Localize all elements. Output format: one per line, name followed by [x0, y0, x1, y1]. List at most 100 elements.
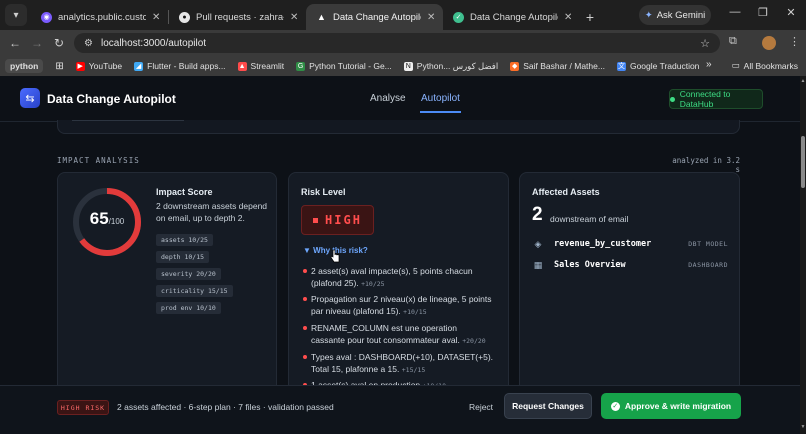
forward-arrow-icon[interactable]: →	[26, 36, 48, 50]
bookmark-streamlit[interactable]: ▲ Streamlit	[237, 61, 284, 71]
bookmark-label: python	[10, 61, 39, 71]
all-bookmarks-label: All Bookmarks	[743, 60, 798, 71]
browser-tab-autopilot-swagger[interactable]: ✓ Data Change Autopilot - Sw ✕	[443, 4, 580, 30]
scroll-up-arrow-icon[interactable]: ▲	[800, 78, 806, 84]
status-dot-icon	[670, 96, 675, 102]
browser-tab-autopilot-active[interactable]: ▲ Data Change Autopilot ✕	[306, 4, 443, 30]
bookmark-label: Python Tutorial - Ge...	[309, 61, 392, 71]
risk-level-title: Risk Level	[301, 187, 346, 197]
flutter-icon: ◢	[134, 61, 144, 71]
new-tab-icon[interactable]: +	[580, 4, 600, 30]
risk-reason-item: 2 asset(s) aval impacte(s), 5 points cha…	[303, 265, 493, 290]
nav-analyse[interactable]: Analyse	[370, 93, 406, 104]
score-value: 65	[89, 209, 109, 228]
bookmark-label: Flutter - Build apps...	[147, 61, 226, 71]
browser-toolbar: ← → ↻ ⚙ localhost:3000/autopilot ☆ ⧉ ⋮	[0, 30, 806, 56]
reject-button[interactable]: Reject	[462, 397, 500, 417]
bookmark-python-course[interactable]: N Python... افضل كورس	[403, 61, 498, 72]
bookmark-python[interactable]: python	[5, 59, 44, 73]
app-viewport: ⇆ Data Change Autopilot Analyse Autopilo…	[0, 76, 800, 434]
dashboard-icon: ▦	[533, 259, 543, 270]
minimize-icon[interactable]: —	[727, 6, 743, 18]
close-tab-icon[interactable]: ✕	[290, 12, 300, 23]
risk-reason-points: +10/15	[403, 308, 427, 316]
asset-row-sales-overview[interactable]: ▦ Sales Overview DASHBOARD	[532, 258, 728, 272]
profile-avatar[interactable]	[762, 36, 776, 50]
score-chip: criticality 15/15	[156, 285, 233, 297]
ask-gemini-button[interactable]: ✦ Ask Gemini	[639, 5, 711, 25]
asset-name: revenue_by_customer	[554, 239, 652, 249]
bullet-icon	[303, 355, 307, 359]
tab-label: analytics.public.customers |	[58, 11, 146, 23]
all-bookmarks-button[interactable]: ▭ All Bookmarks	[732, 60, 798, 71]
bullet-icon	[303, 269, 307, 273]
approve-label: Approve & write migration	[624, 401, 732, 411]
bookmark-gitlab[interactable]: ◆ Saif Bashar / Mathe...	[510, 61, 605, 71]
scrollbar-thumb[interactable]	[801, 136, 805, 188]
approve-write-migration-button[interactable]: ✓ Approve & write migration	[601, 393, 741, 419]
url-text: localhost:3000/autopilot	[100, 37, 207, 49]
previous-card-divider	[72, 120, 184, 121]
gemini-spark-icon: ✦	[644, 9, 653, 21]
browser-menu-icon[interactable]: ⋮	[789, 35, 800, 48]
bookmark-youtube[interactable]: ▶ YouTube	[75, 61, 122, 71]
high-risk-badge: HIGH RISK	[57, 400, 109, 415]
score-chip: depth 10/15	[156, 251, 210, 263]
apps-grid-icon[interactable]: ⊞	[55, 61, 63, 72]
request-changes-button[interactable]: Request Changes	[504, 393, 592, 419]
tab-label: Data Change Autopilot - Sw	[470, 11, 558, 23]
tab-search-icon[interactable]: ▾	[5, 4, 27, 26]
bookmark-google-translate[interactable]: 文 Google Traduction	[616, 61, 700, 71]
translate-icon: 文	[616, 61, 626, 71]
close-tab-icon[interactable]: ✕	[427, 12, 437, 23]
asset-row-revenue-by-customer[interactable]: ◈ revenue_by_customer DBT MODEL	[532, 237, 728, 251]
address-bar[interactable]: ⚙ localhost:3000/autopilot ☆	[74, 33, 720, 53]
plan-summary: 2 assets affected · 6-step plan · 7 file…	[117, 402, 334, 412]
back-arrow-icon[interactable]: ←	[4, 36, 26, 50]
bookmark-star-icon[interactable]: ☆	[700, 37, 710, 50]
previous-card-bottom	[57, 120, 740, 134]
reload-icon[interactable]: ↻	[48, 36, 70, 50]
risk-level-badge: HIGH	[301, 205, 374, 235]
autopilot-logo-icon: ⇆	[20, 88, 40, 108]
affected-assets-count: 2	[532, 204, 543, 225]
bookmark-flutter[interactable]: ◢ Flutter - Build apps...	[134, 61, 226, 71]
page-scrollbar[interactable]: ▲ ▼	[800, 76, 806, 434]
check-circle-icon: ✓	[610, 401, 620, 411]
risk-reason-item: Propagation sur 2 niveau(x) de lineage, …	[303, 293, 493, 318]
browser-tab-pull-requests[interactable]: ● Pull requests · zahra-yesl/au ✕	[169, 4, 306, 30]
risk-reason-text: RENAME_COLUMN est une operation cassante…	[311, 323, 460, 345]
risk-reason-item: RENAME_COLUMN est une operation cassante…	[303, 322, 493, 347]
bullet-icon	[303, 297, 307, 301]
risk-level-card: Risk Level HIGH ▼ Why this risk? 2 asset…	[288, 172, 509, 394]
close-tab-icon[interactable]: ✕	[152, 12, 162, 23]
bookmark-python-tutorial[interactable]: G Python Tutorial - Ge...	[296, 61, 392, 71]
site-info-icon[interactable]: ⚙	[84, 38, 93, 49]
bookmark-label: Saif Bashar / Mathe...	[523, 61, 605, 71]
more-bookmarks-chevron-icon[interactable]: »	[706, 59, 712, 70]
tab-label: Data Change Autopilot	[333, 11, 421, 23]
restore-icon[interactable]: ❐	[755, 6, 771, 19]
github-icon: ●	[179, 11, 190, 23]
section-title: IMPACT ANALYSIS	[57, 156, 140, 165]
risk-reason-text: Propagation sur 2 niveau(x) de lineage, …	[311, 294, 492, 316]
score-chip: prod env 10/10	[156, 302, 221, 314]
risk-level-value: HIGH	[325, 213, 362, 227]
active-nav-indicator	[420, 111, 461, 113]
close-tab-icon[interactable]: ✕	[564, 12, 574, 23]
nav-autopilot[interactable]: Autopilot	[421, 93, 460, 104]
affected-assets-card: Affected Assets 2 downstream of email ◈ …	[519, 172, 740, 394]
scroll-down-arrow-icon[interactable]: ▼	[800, 424, 806, 430]
triangle-icon: ▲	[317, 12, 326, 22]
app-header: ⇆ Data Change Autopilot Analyse Autopilo…	[0, 76, 800, 122]
affected-assets-subtitle: downstream of email	[550, 214, 629, 224]
connection-label: Connected to DataHub	[679, 89, 731, 109]
close-window-icon[interactable]: ✕	[783, 6, 799, 19]
bookmark-label: Google Traduction	[629, 61, 700, 71]
asset-type: DASHBOARD	[688, 261, 728, 269]
streamlit-icon: ▲	[237, 61, 247, 71]
folder-icon: ▭	[731, 60, 740, 70]
tab-label: Pull requests · zahra-yesl/au	[196, 11, 284, 23]
browser-tab-datahub[interactable]: ◉ analytics.public.customers | ✕	[31, 4, 168, 30]
extensions-icon[interactable]: ⧉	[729, 35, 737, 48]
